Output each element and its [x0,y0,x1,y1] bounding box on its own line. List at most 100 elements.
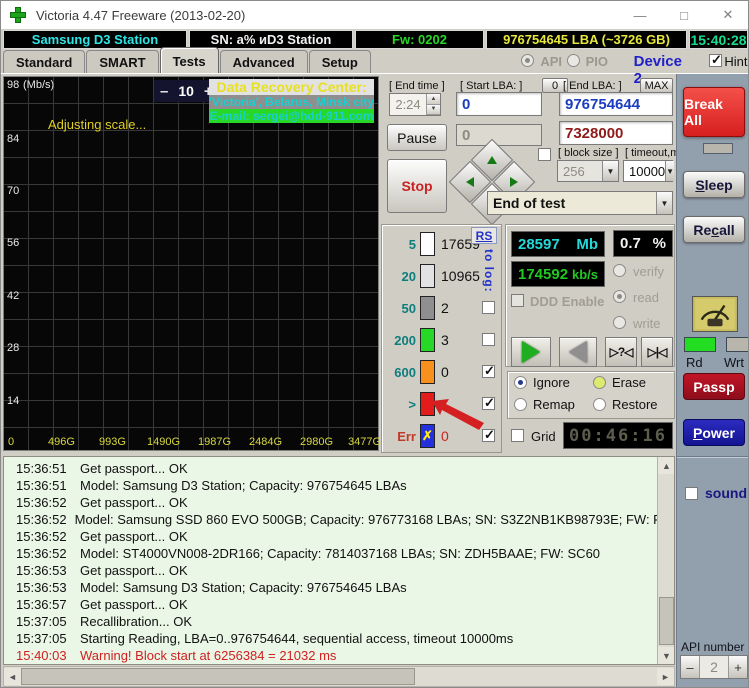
tab-advanced[interactable]: Advanced [219,50,308,73]
stop-button[interactable]: Stop [387,159,447,213]
timeout-combo[interactable]: 10000 ▼ [623,160,675,182]
x-tick: 1490G [147,436,181,448]
write-radio[interactable] [613,316,626,329]
hints-label: Hints [724,54,748,69]
percent-value: 0.7 [620,235,641,252]
break-all-button[interactable]: Break All [683,87,745,137]
power-button[interactable]: Power [683,419,745,446]
grid-checkbox[interactable] [511,429,524,442]
passport-button[interactable]: Passp [683,373,745,400]
erase-label: Erase [612,375,646,390]
read-radio[interactable] [613,290,626,303]
minimize-button[interactable]: — [618,1,662,29]
hints-checkbox[interactable] [709,52,722,68]
log-line: 15:36:51 Model: Samsung D3 Station; Capac… [4,478,644,495]
tab-standard[interactable]: Standard [3,50,86,73]
log-time: 15:36:52 [16,546,67,561]
scan-question-button[interactable]: ▷?◁ [605,337,637,367]
gauge-icon [692,296,738,332]
speed-graph[interactable]: 98 (Mb/s) 84 70 56 42 28 14 0 496G 993G … [3,76,381,451]
log-horizontal-scrollbar[interactable]: ◄ ► [3,666,675,687]
erase-radio[interactable] [593,376,606,389]
write-activity-indicator [726,337,748,352]
recall-button[interactable]: Recall [683,216,745,243]
drive-model[interactable]: Samsung D3 Station [3,30,187,49]
y-tick: 28 [7,342,20,354]
block-size-combo[interactable]: 256 ▼ [557,160,619,182]
scroll-up-icon[interactable]: ▲ [658,457,674,474]
start-lba-input[interactable]: 0 [456,92,542,116]
tab-smart[interactable]: SMART [86,50,159,73]
tab-setup[interactable]: Setup [308,50,371,73]
scan-to-end-button[interactable]: ▷|◁ [641,337,673,367]
rs-link[interactable]: RS [471,227,497,244]
verify-radio[interactable] [613,264,626,277]
progress-percent-display: 0.7 % [613,230,673,257]
wrt-label: Wrt [724,355,744,370]
end-time-spinner[interactable]: 2:24 ▲ ▼ [389,93,441,116]
y-tick: 84 [7,133,20,145]
end-lba-input[interactable]: 976754644 [559,92,673,116]
rs-label: RS [475,228,493,243]
play-icon [522,341,540,363]
log-line: 15:36:52 Model: Samsung SSD 860 EVO 500GB… [4,512,674,529]
sleep-button[interactable]: Sleep [683,171,745,198]
current-block-field[interactable]: 7328000 [559,121,673,145]
log-50-checkbox[interactable] [482,301,495,314]
pause-button[interactable]: Pause [387,124,447,151]
max-lba-button[interactable]: MAX [640,78,673,93]
horizontal-scroll-thumb[interactable] [21,668,415,685]
scroll-left-icon[interactable]: ◄ [4,668,21,685]
spinner-arrows[interactable]: ▲ ▼ [426,94,440,115]
x-tick: 993G [99,436,126,448]
step-back-button[interactable] [559,337,597,367]
passed-mb-unit: Mb [576,235,598,253]
timeout-value: 10000 [629,163,666,179]
close-button[interactable]: ✕ [706,1,748,29]
log-vertical-scrollbar[interactable]: ▲ ▼ [657,457,674,664]
maximize-button[interactable]: □ [662,1,706,29]
scroll-down-icon[interactable]: ▼ [658,647,674,664]
zoom-out-button[interactable]: – [160,83,168,100]
end-time-value: 2:24 [395,97,421,112]
ignore-label: Ignore [533,375,570,390]
api-radio[interactable] [521,54,534,67]
dropdown-arrow-icon[interactable]: ▼ [665,161,675,181]
seek-option-checkbox[interactable] [538,148,551,161]
drive-capacity: 976754645 LBA (~3726 GB) [486,30,687,49]
scan-question-icon: ▷?◁ [609,345,634,359]
vertical-scroll-thumb[interactable] [659,597,674,645]
dropdown-arrow-icon[interactable]: ▼ [602,161,618,181]
sound-checkbox[interactable] [685,487,698,500]
remap-label: Remap [533,397,575,412]
restore-radio[interactable] [593,398,606,411]
log-time: 15:36:52 [16,512,67,527]
dropdown-arrow-icon[interactable]: ▼ [656,192,672,214]
read-label: read [633,290,660,305]
log-600-checkbox[interactable] [482,363,495,379]
scroll-right-icon[interactable]: ► [657,668,674,685]
ignore-radio[interactable] [514,376,527,389]
left-arrow-icon [466,177,474,187]
sidebar-divider [677,456,748,458]
log-panel[interactable]: 15:36:51 Get passport... OK 15:36:51 Model… [3,456,675,665]
log-200-checkbox[interactable] [482,333,495,346]
remap-radio[interactable] [514,398,527,411]
api-number-stepper: – 2 + [680,655,748,679]
speed-legend-panel: 5 17659 20 10965 50 2 200 3 600 0 > 1 [381,224,502,453]
api-number-plus-button[interactable]: + [729,656,747,678]
start-button[interactable] [511,337,551,367]
drive-status-bar: Samsung D3 Station SN: a% иD3 Station Fw… [3,30,748,49]
log-time: 15:36:51 [16,461,67,476]
tab-tests[interactable]: Tests [159,47,219,73]
end-action-combo[interactable]: End of test ▼ [487,191,673,215]
log-line: 15:36:53 Model: Samsung D3 Station; Capac… [4,580,644,597]
window-controls: — □ ✕ [618,1,748,29]
up-arrow-icon [487,156,497,164]
legend-speed-label: 5 [408,236,416,252]
api-number-minus-button[interactable]: – [681,656,699,678]
legend-speed-label: > [408,396,416,412]
ddd-enable-checkbox[interactable] [511,294,524,307]
pio-radio[interactable] [567,54,580,67]
to-log-label: to log: [482,249,496,293]
